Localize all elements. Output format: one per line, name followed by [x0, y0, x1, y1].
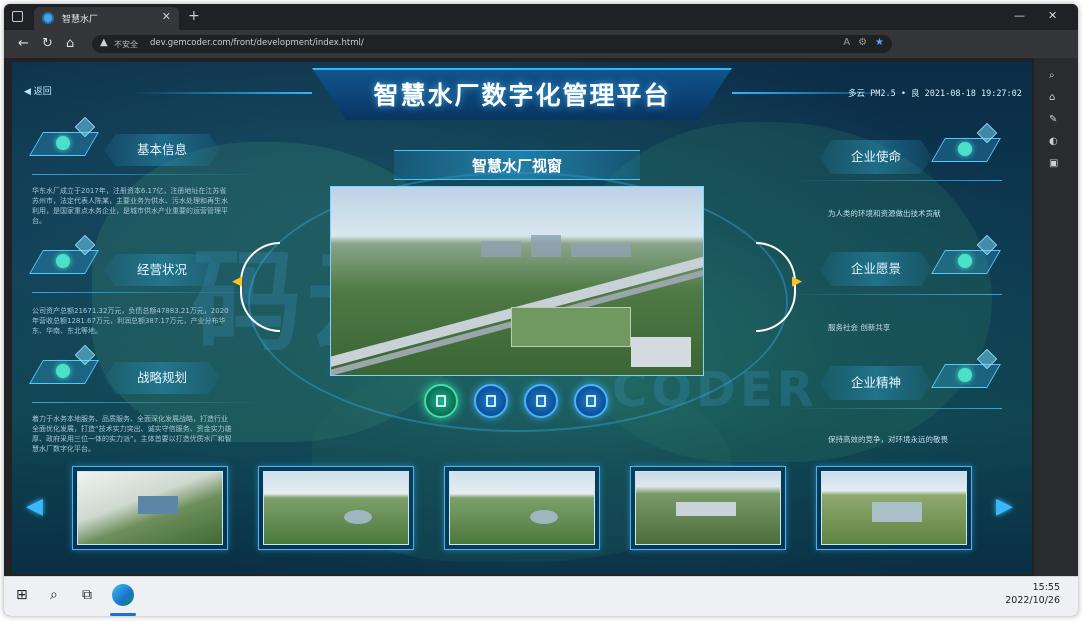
viewer-prev-arrow-icon[interactable]: ◀ — [232, 274, 242, 289]
mission-icon — [931, 122, 1004, 166]
basic-info-button[interactable]: 基本信息 — [104, 134, 220, 166]
tab-bar: 智慧水厂 ✕ + — ✕ — [4, 4, 1078, 30]
spirit-icon — [931, 348, 1004, 392]
reload-button[interactable]: ↻ — [42, 36, 53, 51]
thumbnail-image — [77, 471, 223, 545]
skyline-building — [571, 243, 631, 257]
spirit-text: 保持高效的竞争，对环境永远的敬畏 — [828, 435, 948, 444]
thumbnail-3[interactable] — [444, 466, 600, 550]
thumbnail-image — [449, 471, 595, 545]
read-aloud-icon[interactable]: A — [843, 37, 858, 48]
pool-shape — [138, 496, 178, 514]
edge-browser-icon[interactable] — [112, 584, 134, 606]
mission-button[interactable]: 企业使命 — [820, 140, 932, 174]
tab-title: 智慧水厂 — [62, 15, 99, 25]
warning-icon: ▲ — [100, 37, 108, 48]
page-title: 智慧水厂数字化管理平台 — [373, 81, 671, 110]
window-menu-icon[interactable] — [12, 11, 23, 22]
back-link[interactable]: ◀ 返回 — [24, 84, 52, 97]
strategy-button[interactable]: 战略规划 — [104, 362, 220, 394]
section-divider — [792, 180, 1002, 181]
search-icon[interactable]: ⌕ — [1049, 70, 1055, 81]
browser-window: 智慧水厂 ✕ + — ✕ ← ↻ ⌂ ▲ 不安全 dev.gemcoder.co… — [4, 4, 1078, 616]
address-bar[interactable]: ▲ 不安全 dev.gemcoder.com/front/development… — [92, 35, 892, 53]
viewer-dot-3[interactable] — [524, 384, 558, 418]
url-text[interactable]: dev.gemcoder.com/front/development/index… — [150, 38, 364, 48]
games-icon[interactable]: ◐ — [1049, 136, 1058, 147]
thumbnail-image — [821, 471, 967, 545]
strategy-text: 着力于水务本地服务、品质服务、全面深化发展战略，打造行业全面优化发展，打造“技术… — [32, 415, 232, 453]
home-button[interactable]: ⌂ — [66, 36, 74, 51]
pool-shape — [530, 510, 558, 524]
plant-area — [511, 307, 631, 347]
thumbnail-image — [263, 471, 409, 545]
section-divider — [792, 294, 1002, 295]
extensions-icon[interactable]: ⚙ — [858, 37, 875, 48]
skyline-building — [531, 235, 561, 257]
thumbs-next-arrow-icon[interactable]: ▶ — [996, 494, 1013, 519]
thumbnail-image — [635, 471, 781, 545]
viewer-photo[interactable] — [330, 186, 704, 376]
strategy-icon — [29, 344, 102, 388]
taskbar: ⊞ ⌕ ⧉ 15:55 2022/10/26 — [4, 576, 1078, 616]
back-label: 返回 — [33, 87, 52, 97]
viewer-title: 智慧水厂视窗 — [394, 150, 640, 180]
viewer-dot-1[interactable] — [424, 384, 458, 418]
office-icon[interactable]: ▣ — [1049, 158, 1058, 169]
vision-button[interactable]: 企业愿景 — [820, 252, 932, 286]
operation-status-text: 公司资产总额21671.32万元，负债总额47883.21万元，2020年营收总… — [32, 307, 229, 335]
thumbnail-2[interactable] — [258, 466, 414, 550]
spirit-button[interactable]: 企业精神 — [820, 366, 932, 400]
plant-building — [872, 502, 922, 522]
security-label: 不安全 — [114, 40, 138, 49]
browser-sidebar: ⌕ ⌂ ✎ ◐ ▣ — [1034, 58, 1078, 576]
navigation-bar: ← ↻ ⌂ ▲ 不安全 dev.gemcoder.com/front/devel… — [4, 30, 1078, 58]
system-clock[interactable]: 15:55 2022/10/26 — [1005, 581, 1060, 607]
close-window-button[interactable]: ✕ — [1048, 9, 1057, 22]
back-button[interactable]: ← — [18, 36, 29, 51]
basic-info-text: 华东水厂成立于2017年，注册资本6.17亿，注册地址在江苏省苏州市，法定代表人… — [32, 187, 228, 225]
vision-text: 服务社会 创新共享 — [828, 323, 891, 332]
start-menu-icon[interactable]: ⊞ — [16, 587, 28, 603]
address-actions: A⚙★ — [843, 37, 884, 48]
viewer-dot-2[interactable] — [474, 384, 508, 418]
section-divider — [32, 174, 262, 175]
minimize-button[interactable]: — — [1014, 9, 1025, 22]
thumbnail-1[interactable] — [72, 466, 228, 550]
viewer-next-arrow-icon[interactable]: ▶ — [792, 274, 802, 289]
plant-building — [631, 337, 691, 367]
title-decoration — [132, 92, 312, 94]
operation-status-button[interactable]: 经营状况 — [104, 254, 220, 286]
new-tab-button[interactable]: + — [188, 8, 200, 24]
vision-icon — [931, 234, 1004, 278]
favorite-star-icon[interactable]: ★ — [875, 37, 884, 48]
thumbs-prev-arrow-icon[interactable]: ◀ — [26, 494, 43, 519]
dashboard-page: 码云数 CODER ◀ 返回 智慧水厂数字化管理平台 多云 PM2.5 • 良 … — [12, 62, 1032, 574]
tab-close-icon[interactable]: ✕ — [162, 10, 171, 23]
weather-datetime: 多云 PM2.5 • 良 2021-08-18 19:27:02 — [848, 89, 1022, 99]
tools-icon[interactable]: ✎ — [1049, 114, 1057, 125]
thumbnail-5[interactable] — [816, 466, 972, 550]
section-divider — [32, 402, 262, 403]
active-app-indicator — [110, 613, 136, 616]
pool-shape — [344, 510, 372, 524]
plant-building — [676, 502, 736, 516]
tab-favicon-icon — [42, 12, 54, 24]
section-divider — [792, 408, 1002, 409]
skyline-building — [481, 241, 521, 257]
operation-status-icon — [29, 234, 102, 278]
clock-time: 15:55 — [1032, 582, 1060, 593]
search-icon[interactable]: ⌕ — [50, 587, 58, 603]
task-view-icon[interactable]: ⧉ — [82, 587, 92, 603]
viewer-dot-4[interactable] — [574, 384, 608, 418]
thumbnail-4[interactable] — [630, 466, 786, 550]
basic-info-icon — [29, 116, 102, 160]
mission-text: 为人类的环境和资源做出技术贡献 — [828, 209, 941, 218]
clock-date: 2022/10/26 — [1005, 595, 1060, 606]
shopping-icon[interactable]: ⌂ — [1049, 92, 1055, 103]
browser-tab[interactable]: 智慧水厂 ✕ — [34, 7, 179, 30]
section-divider — [32, 292, 262, 293]
